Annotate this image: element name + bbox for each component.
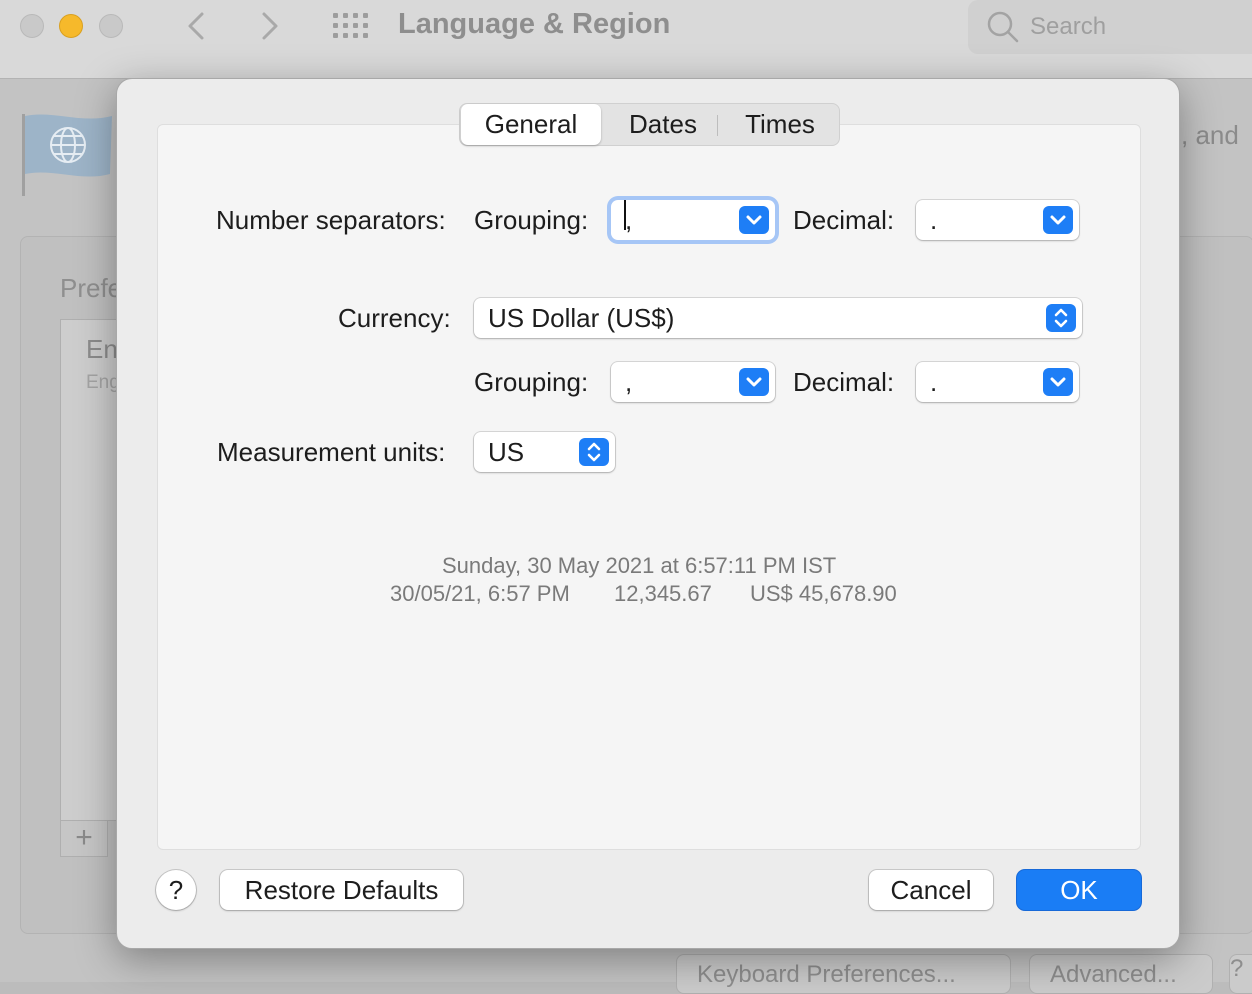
number-grouping-value: , xyxy=(625,205,633,235)
bg-help-button: ? xyxy=(1229,954,1252,994)
up-down-chevron-icon xyxy=(1046,304,1076,332)
window-title: Language & Region xyxy=(398,8,671,40)
text-cursor xyxy=(624,200,626,230)
tab-bar: General Dates Times xyxy=(459,103,840,146)
search-icon xyxy=(986,10,1020,44)
minimize-window-button[interactable] xyxy=(59,14,83,38)
preview-currency: US$ 45,678.90 xyxy=(750,581,897,606)
bg-list-item-subtitle: Eng xyxy=(86,372,120,393)
number-separators-label: Number separators: xyxy=(216,205,446,235)
currency-value: US Dollar (US$) xyxy=(488,303,675,333)
number-grouping-popup[interactable]: , xyxy=(611,200,775,240)
bg-keyboard-preferences-button: Keyboard Preferences... xyxy=(676,954,1011,994)
tab-general[interactable]: General xyxy=(461,104,601,145)
bg-add-language-button: + xyxy=(60,820,108,857)
chevron-down-icon xyxy=(1043,368,1073,396)
decimal-label: Decimal: xyxy=(793,205,895,235)
chevron-down-icon xyxy=(739,206,769,234)
currency-grouping-popup[interactable]: , xyxy=(611,362,775,402)
currency-popup[interactable]: US Dollar (US$) xyxy=(474,298,1082,338)
measurement-units-popup[interactable]: US xyxy=(474,432,615,472)
advanced-sheet: General Dates Times Number separators: G… xyxy=(116,78,1180,949)
close-window-button[interactable] xyxy=(20,14,44,38)
show-all-grid-icon[interactable] xyxy=(332,12,370,40)
preview-short-date: 30/05/21, 6:57 PM xyxy=(390,581,570,606)
measurement-units-value: US xyxy=(488,437,525,467)
ok-button[interactable]: OK xyxy=(1017,870,1141,910)
restore-defaults-button[interactable]: Restore Defaults xyxy=(220,870,463,910)
chevron-down-icon xyxy=(1043,206,1073,234)
preview-number: 12,345.67 xyxy=(614,581,712,606)
number-decimal-popup[interactable]: . xyxy=(916,200,1079,240)
currency-grouping-value: , xyxy=(625,367,633,397)
currency-label: Currency: xyxy=(338,303,451,333)
currency-grouping-label: Grouping: xyxy=(474,367,589,397)
search-placeholder: Search xyxy=(1030,13,1107,40)
preview-full-date: Sunday, 30 May 2021 at 6:57:11 PM IST xyxy=(442,553,837,578)
help-button[interactable]: ? xyxy=(156,870,196,910)
grouping-label: Grouping: xyxy=(474,205,589,235)
number-decimal-value: . xyxy=(930,205,938,235)
window-titlebar: Language & Region Search xyxy=(0,0,1252,79)
back-arrow-icon[interactable] xyxy=(182,10,212,42)
tab-divider xyxy=(717,115,718,136)
currency-decimal-value: . xyxy=(930,367,938,397)
forward-arrow-icon[interactable] xyxy=(254,10,284,42)
bg-list-item-title: En xyxy=(86,334,118,364)
bg-preferred-languages-label: Prefe xyxy=(60,273,123,303)
tab-dates[interactable]: Dates xyxy=(608,104,718,145)
tab-times[interactable]: Times xyxy=(722,104,838,145)
language-region-flag-icon xyxy=(22,112,114,196)
zoom-window-button[interactable] xyxy=(99,14,123,38)
chevron-down-icon xyxy=(739,368,769,396)
currency-decimal-popup[interactable]: . xyxy=(916,362,1079,402)
cancel-button[interactable]: Cancel xyxy=(869,870,993,910)
measurement-units-label: Measurement units: xyxy=(217,437,446,467)
currency-decimal-label: Decimal: xyxy=(793,367,895,397)
bg-advanced-button: Advanced... xyxy=(1029,954,1213,994)
up-down-chevron-icon xyxy=(579,438,609,466)
